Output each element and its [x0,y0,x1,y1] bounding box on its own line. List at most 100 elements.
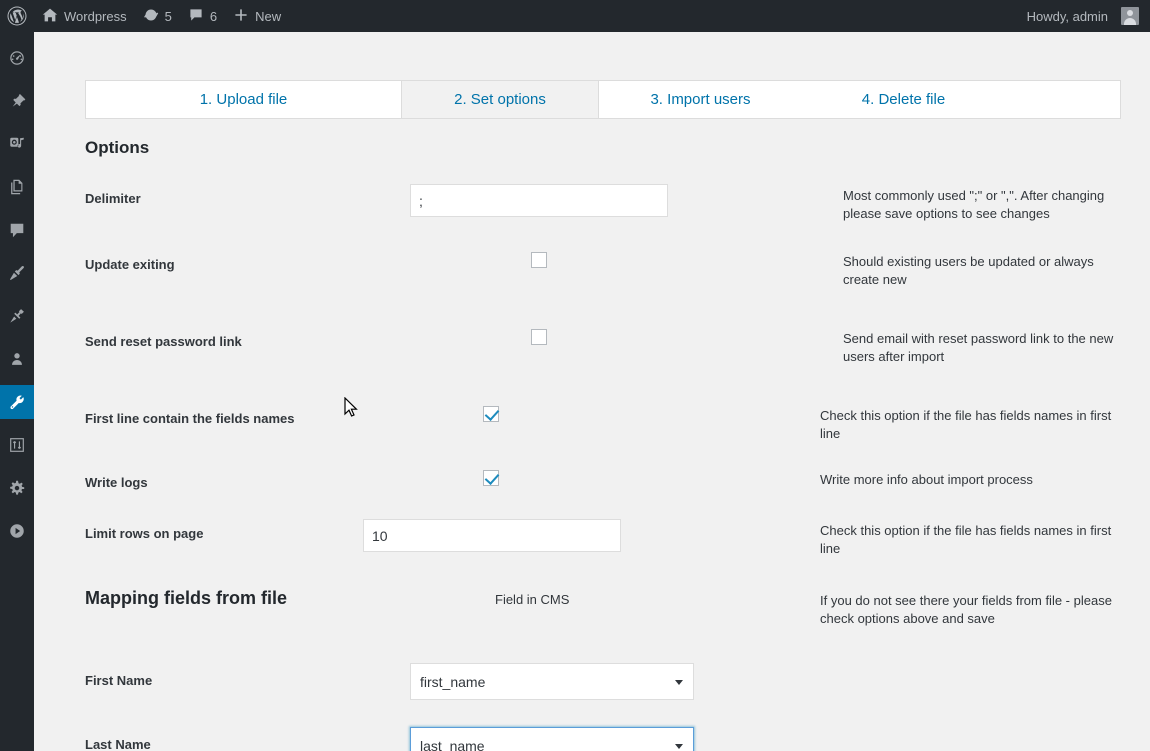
sidebar-item-plugins[interactable] [0,299,34,333]
write-logs-checkbox[interactable] [482,470,499,486]
first-line-fields-checkbox-wrap [325,404,656,422]
write-logs-help-text: Write more info about import process [820,472,1033,487]
sidebar-item-media[interactable] [0,127,34,161]
sidebar-item-appearance[interactable] [0,256,34,290]
menu-gap-7 [0,333,34,342]
new-content-label: New [255,8,282,24]
sidebar-item-collapse-menu[interactable] [0,514,34,548]
mapping-heading: Mapping fields from file [85,588,288,608]
page-wrap: 1. Upload file 2. Set options 3. Import … [34,32,1150,751]
menu-gap-8 [0,376,34,385]
plug-icon [8,307,26,325]
mapping-row-first-name: First Name first_name [85,663,1121,700]
update-existing-checkbox[interactable] [531,252,547,268]
admin-bar-site-name[interactable]: Wordpress [34,0,135,32]
send-reset-password-checkbox[interactable] [531,329,547,345]
chevron-down-icon [675,679,683,685]
menu-gap-11 [0,505,34,514]
comments-icon [188,7,204,26]
menu-gap-6 [0,290,34,299]
first-line-fields-control [325,404,820,422]
plus-icon [233,7,249,26]
sidebar-item-pages[interactable] [0,170,34,204]
last-name-control: last_name [410,727,820,751]
paintbrush-icon [8,264,26,282]
write-logs-checkbox-wrap [325,468,656,486]
update-existing-help-text: Should existing users be updated or alwa… [843,254,1094,287]
admin-bar: Wordpress 5 6 New Howdy, admin [0,0,1150,32]
sidebar-item-users[interactable] [0,342,34,376]
delimiter-help-text: Most commonly used ";" or ",". After cha… [843,188,1105,221]
delimiter-label: Delimiter [85,191,141,206]
limit-rows-control [363,519,820,552]
tab-import-users[interactable]: 3. Import users [599,81,802,118]
menu-gap-5 [0,247,34,256]
admin-bar-comments[interactable]: 6 [180,0,225,32]
last-name-select-value: last_name [420,737,485,751]
first-line-fields-checkbox[interactable] [482,406,499,422]
tab-upload-file[interactable]: 1. Upload file [86,81,401,118]
send-reset-password-control [410,327,820,345]
sidebar-item-settings[interactable] [0,471,34,505]
dashboard-icon [8,49,26,67]
menu-gap-3 [0,161,34,170]
menu-gap-4 [0,204,34,213]
update-existing-label: Update exiting [85,257,175,272]
update-existing-control [410,250,820,268]
sidebar-item-tools[interactable] [0,385,42,419]
admin-bar-updates[interactable]: 5 [135,0,180,32]
sliders-icon [8,436,26,454]
limit-rows-input[interactable] [363,519,621,552]
wizard-tabs: 1. Upload file 2. Set options 3. Import … [85,80,1121,119]
sidebar-item-posts[interactable] [0,84,34,118]
first-name-select[interactable]: first_name [410,663,694,700]
wrench-icon [8,393,26,411]
last-name-select[interactable]: last_name [410,727,694,751]
send-reset-password-help-text: Send email with reset password link to t… [843,331,1114,364]
mapping-row-last-name: Last Name last_name [85,727,1121,751]
main-content: 1. Upload file 2. Set options 3. Import … [34,32,1150,751]
tab-delete-file[interactable]: 4. Delete file [802,81,1005,118]
gear-icon [8,479,26,497]
option-row-limit-rows: Limit rows on page Check this option if … [85,519,1121,558]
chevron-down-icon [675,743,683,749]
tab-set-options[interactable]: 2. Set options [401,81,599,118]
limit-rows-label: Limit rows on page [85,526,204,541]
mapping-help-text: If you do not see there your fields from… [820,593,1112,626]
admin-bar-my-account[interactable]: Howdy, admin [1019,0,1150,32]
menu-top-gap [0,32,34,41]
admin-sidebar-menu [0,32,42,751]
menu-gap-1 [0,75,34,84]
option-row-first-line-fields: First line contain the fields names Chec… [85,404,1121,443]
mapping-header-row: Mapping fields from file Field in CMS If… [85,589,1121,628]
comment-bubble-icon [8,221,26,239]
option-row-update-existing: Update exiting Should existing users be … [85,250,1121,289]
comments-count: 6 [209,8,218,24]
last-name-help-spacer [820,727,1121,730]
option-row-send-reset-password: Send reset password link Send email with… [85,327,1121,366]
field-in-cms-header: Field in CMS [495,592,570,607]
menu-gap-2 [0,118,34,127]
updates-icon [143,7,159,26]
user-icon [8,350,26,368]
first-name-select-value: first_name [420,673,486,690]
option-row-write-logs: Write logs Write more info about import … [85,468,1121,492]
pages-icon [8,178,26,196]
admin-bar-site-name-label: Wordpress [64,8,127,24]
options-heading: Options [85,138,150,157]
first-line-fields-label: First line contain the fields names [85,411,295,426]
write-logs-label: Write logs [85,475,148,490]
sidebar-item-import-users[interactable] [0,428,34,462]
option-row-delimiter: Delimiter Most commonly used ";" or ",".… [85,184,1121,223]
delimiter-input[interactable] [410,184,668,217]
wordpress-logo-icon[interactable] [0,0,34,32]
first-line-fields-help-text: Check this option if the file has fields… [820,408,1112,441]
delimiter-control [410,184,820,217]
update-existing-checkbox-wrap [410,250,668,268]
admin-bar-new-content[interactable]: New [225,0,289,32]
send-reset-password-label: Send reset password link [85,334,242,349]
sidebar-item-dashboard[interactable] [0,41,34,75]
first-name-help-spacer [820,663,1121,666]
first-name-label: First Name [85,673,153,688]
sidebar-item-comments[interactable] [0,213,34,247]
